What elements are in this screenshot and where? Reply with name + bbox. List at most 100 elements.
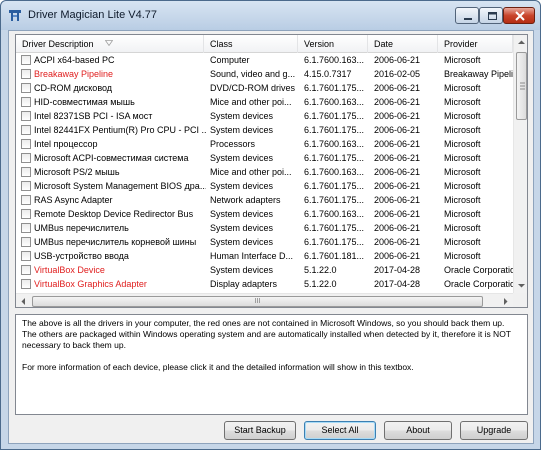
start-backup-button[interactable]: Start Backup — [224, 421, 296, 440]
table-row[interactable]: Microsoft ACPI-совместимая система System… — [16, 151, 513, 165]
scroll-down-button[interactable] — [514, 278, 527, 293]
title-bar[interactable]: Driver Magician Lite V4.77 — [1, 1, 540, 30]
app-window: Driver Magician Lite V4.77 Driver Descri… — [0, 0, 541, 450]
column-header-class[interactable]: Class — [204, 35, 298, 53]
cell-class: System devices — [210, 237, 274, 247]
row-checkbox[interactable] — [21, 97, 31, 107]
row-checkbox[interactable] — [21, 181, 31, 191]
maximize-button[interactable] — [479, 7, 503, 24]
row-checkbox[interactable] — [21, 125, 31, 135]
row-checkbox[interactable] — [21, 279, 31, 289]
row-checkbox[interactable] — [21, 167, 31, 177]
table-row[interactable]: USB-устройство ввода Human Interface D...… — [16, 249, 513, 263]
vertical-scrollbar[interactable] — [513, 35, 527, 293]
cell-date: 2006-06-21 — [374, 97, 421, 107]
select-all-button[interactable]: Select All — [304, 421, 376, 440]
cell-date: 2006-06-21 — [374, 153, 421, 163]
cell-date: 2006-06-21 — [374, 111, 421, 121]
minimize-button[interactable] — [455, 7, 479, 24]
row-checkbox[interactable] — [21, 265, 31, 275]
cell-class: Computer — [210, 55, 250, 65]
row-checkbox[interactable] — [21, 111, 31, 121]
table-row[interactable]: HID-совместимая мышь Mice and other poi..… — [16, 95, 513, 109]
cell-driver-description: Intel 82441FX Pentium(R) Pro CPU - PCI .… — [34, 125, 206, 135]
table-row[interactable]: Remote Desktop Device Redirector Bus Syst… — [16, 207, 513, 221]
sort-arrow-icon — [105, 40, 113, 46]
column-header-provider[interactable]: Provider — [438, 35, 513, 53]
cell-version: 6.1.7601.175... — [304, 223, 365, 233]
close-button[interactable] — [503, 7, 535, 24]
cell-version: 6.1.7600.163... — [304, 97, 365, 107]
table-row[interactable]: Breakaway Pipeline Sound, video and g... 4… — [16, 67, 513, 81]
scroll-right-button[interactable] — [498, 294, 513, 307]
cell-class: Mice and other poi... — [210, 97, 292, 107]
cell-class: System devices — [210, 223, 274, 233]
cell-provider: Microsoft — [444, 111, 481, 121]
cell-class: System devices — [210, 209, 274, 219]
cell-version: 6.1.7601.175... — [304, 125, 365, 135]
cell-driver-description: HID-совместимая мышь — [34, 97, 135, 107]
column-header-driver-description[interactable]: Driver Description — [16, 35, 204, 53]
column-header-label: Provider — [444, 39, 478, 49]
cell-driver-description: VirtualBox Device — [34, 265, 105, 275]
cell-driver-description: CD-ROM дисковод — [34, 83, 113, 93]
table-row[interactable]: VirtualBox Device System devices 5.1.22.0 2… — [16, 263, 513, 277]
vertical-scroll-thumb[interactable] — [516, 52, 527, 120]
cell-version: 6.1.7601.181... — [304, 251, 365, 261]
driver-list[interactable]: Driver Description Class Version Date Pr… — [15, 34, 528, 308]
cell-version: 6.1.7601.175... — [304, 111, 365, 121]
table-row[interactable]: RAS Async Adapter Network adapters 6.1.760… — [16, 193, 513, 207]
column-header-label: Date — [374, 39, 394, 49]
cell-provider: Breakaway Pipelin — [444, 69, 513, 79]
table-row[interactable]: UMBus перечислитель System devices 6.1.760… — [16, 221, 513, 235]
row-checkbox[interactable] — [21, 69, 31, 79]
cell-date: 2006-06-21 — [374, 125, 421, 135]
horizontal-scrollbar[interactable]: III — [16, 293, 513, 307]
table-row[interactable]: UMBus перечислитель корневой шины System … — [16, 235, 513, 249]
cell-version: 4.15.0.7317 — [304, 69, 352, 79]
table-row[interactable]: Intel процессор Processors 6.1.7600.163...… — [16, 137, 513, 151]
cell-provider: Microsoft — [444, 209, 481, 219]
cell-class: System devices — [210, 125, 274, 135]
table-row[interactable]: CD-ROM дисковод DVD/CD-ROM drives 6.1.7601… — [16, 81, 513, 95]
table-row[interactable]: Intel 82371SB PCI - ISA мост System devic… — [16, 109, 513, 123]
cell-driver-description: Microsoft ACPI-совместимая система — [34, 153, 189, 163]
cell-version: 6.1.7600.163... — [304, 167, 365, 177]
row-checkbox[interactable] — [21, 195, 31, 205]
cell-driver-description: Remote Desktop Device Redirector Bus — [34, 209, 194, 219]
info-textbox[interactable]: The above is all the drivers in your com… — [15, 314, 528, 415]
row-checkbox[interactable] — [21, 251, 31, 261]
upgrade-button[interactable]: Upgrade — [460, 421, 528, 440]
scroll-left-button[interactable] — [16, 294, 31, 307]
cell-version: 5.1.22.0 — [304, 265, 337, 275]
table-row[interactable]: ACPI x64-based PC Computer 6.1.7600.163...… — [16, 53, 513, 67]
row-checkbox[interactable] — [21, 139, 31, 149]
table-row[interactable]: Microsoft System Management BIOS дра... S… — [16, 179, 513, 193]
cell-date: 2006-06-21 — [374, 209, 421, 219]
table-row[interactable]: Intel 82441FX Pentium(R) Pro CPU - PCI .… — [16, 123, 513, 137]
cell-provider: Microsoft — [444, 97, 481, 107]
cell-class: Display adapters — [210, 279, 278, 289]
cell-provider: Microsoft — [444, 223, 481, 233]
row-checkbox[interactable] — [21, 83, 31, 93]
cell-provider: Microsoft — [444, 83, 481, 93]
horizontal-scroll-thumb[interactable]: III — [32, 296, 483, 307]
row-checkbox[interactable] — [21, 209, 31, 219]
table-row[interactable]: VirtualBox Graphics Adapter Display adapt… — [16, 277, 513, 291]
info-line: The others are packaged within Windows o… — [22, 329, 514, 350]
column-header-version[interactable]: Version — [298, 35, 368, 53]
scroll-up-button[interactable] — [514, 35, 527, 50]
cell-date: 2006-06-21 — [374, 223, 421, 233]
about-button[interactable]: About — [384, 421, 452, 440]
column-header-date[interactable]: Date — [368, 35, 438, 53]
table-row[interactable]: Microsoft PS/2 мышь Mice and other poi...… — [16, 165, 513, 179]
cell-date: 2006-06-21 — [374, 251, 421, 261]
row-checkbox[interactable] — [21, 55, 31, 65]
cell-version: 6.1.7601.175... — [304, 237, 365, 247]
row-checkbox[interactable] — [21, 237, 31, 247]
cell-class: System devices — [210, 265, 274, 275]
row-checkbox[interactable] — [21, 223, 31, 233]
cell-provider: Microsoft — [444, 251, 481, 261]
row-checkbox[interactable] — [21, 153, 31, 163]
cell-date: 2006-06-21 — [374, 237, 421, 247]
